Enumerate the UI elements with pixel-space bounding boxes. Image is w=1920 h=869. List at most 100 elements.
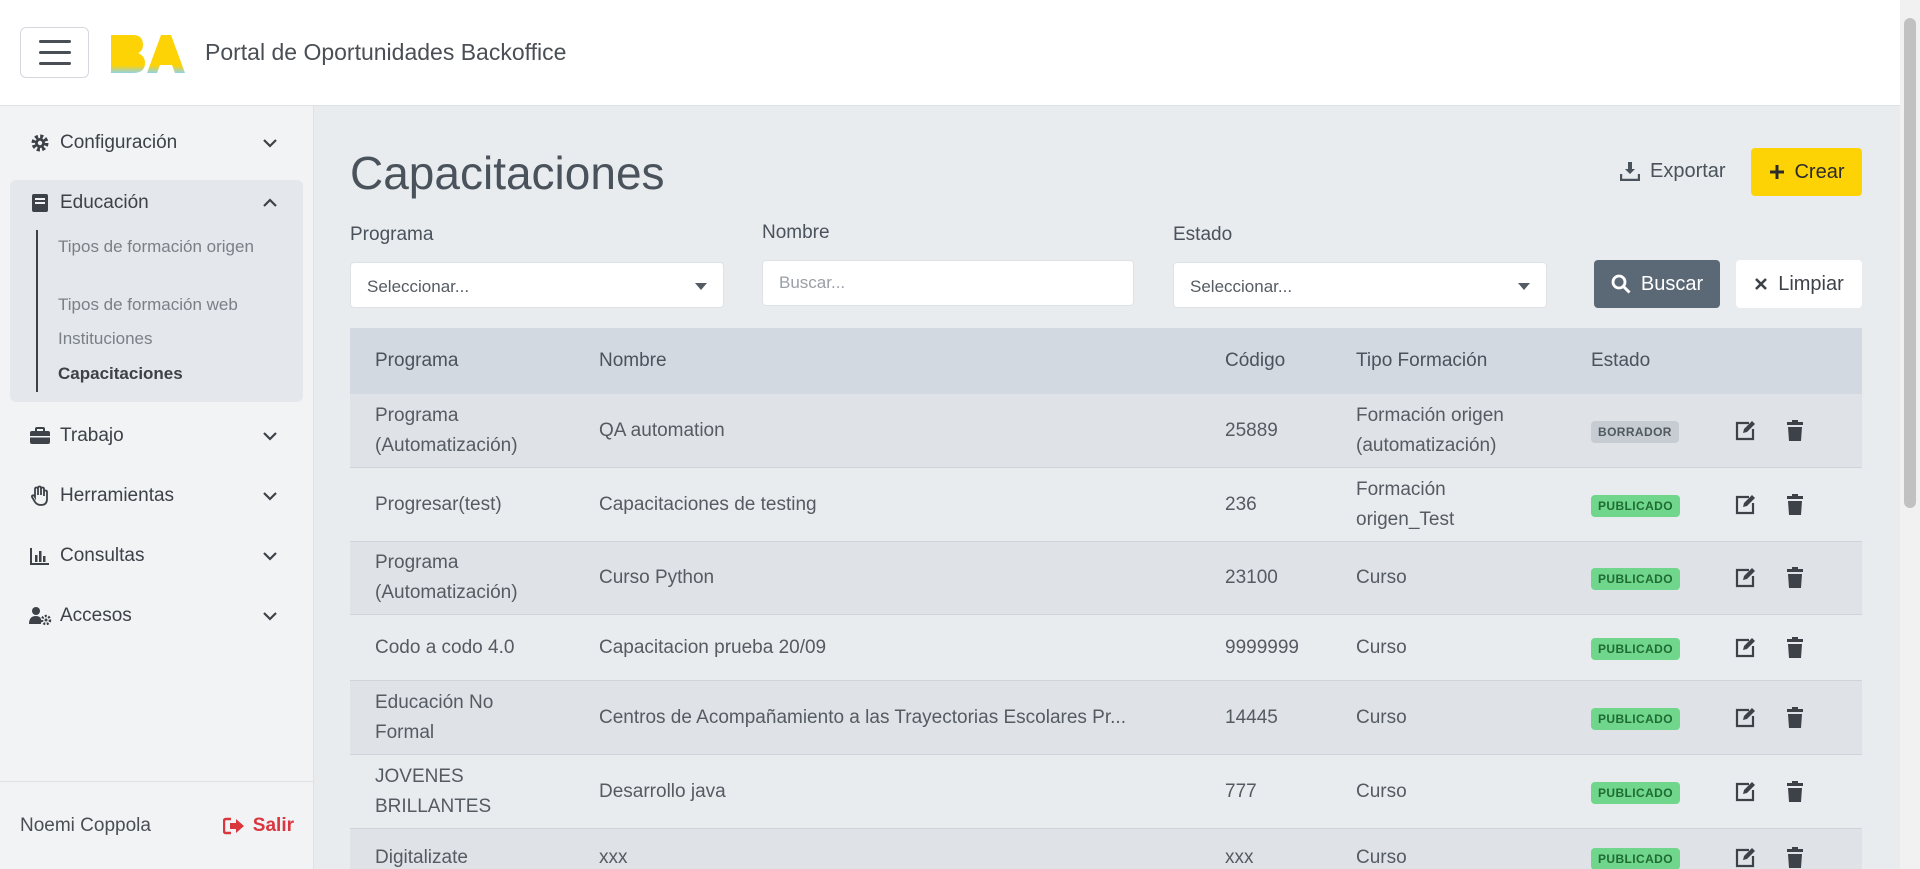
filter-programa-label: Programa bbox=[350, 224, 434, 245]
create-button[interactable]: Crear bbox=[1751, 148, 1862, 196]
cell-nombre: Capacitacion prueba 20/09 bbox=[599, 637, 827, 658]
cell-programa: Codo a codo 4.0 bbox=[375, 637, 515, 658]
trash-icon bbox=[1787, 494, 1803, 515]
edit-button[interactable] bbox=[1733, 846, 1757, 869]
edit-button[interactable] bbox=[1733, 419, 1757, 443]
edit-button[interactable] bbox=[1733, 493, 1757, 517]
programa-select[interactable]: Seleccionar... bbox=[350, 262, 724, 308]
edit-button[interactable] bbox=[1733, 636, 1757, 660]
estado-select-value: Seleccionar... bbox=[1190, 277, 1293, 296]
edit-icon bbox=[1735, 848, 1755, 868]
scrollbar-thumb[interactable] bbox=[1904, 18, 1916, 508]
logout-button[interactable]: Salir bbox=[222, 815, 294, 837]
trash-icon bbox=[1787, 567, 1803, 588]
table-row: Programa (Automatización) Curso Python 23… bbox=[350, 542, 1862, 615]
cell-codigo: 14445 bbox=[1225, 707, 1278, 728]
clear-label: Limpiar bbox=[1778, 272, 1844, 295]
status-badge: BORRADOR bbox=[1591, 421, 1679, 443]
cell-tipo-formacion: Curso bbox=[1356, 781, 1407, 802]
edit-button[interactable] bbox=[1733, 706, 1757, 730]
trash-icon bbox=[1787, 420, 1803, 441]
chevron-down-icon bbox=[263, 492, 277, 501]
sidebar-subitem-tipos-formacion-web[interactable]: Tipos de formación web bbox=[58, 292, 258, 318]
column-header-codigo: Código bbox=[1225, 350, 1286, 371]
delete-button[interactable] bbox=[1783, 566, 1807, 590]
delete-button[interactable] bbox=[1783, 419, 1807, 443]
search-icon bbox=[1611, 274, 1631, 294]
user-bar: Noemi Coppola Salir bbox=[0, 781, 314, 869]
edit-button[interactable] bbox=[1733, 566, 1757, 590]
delete-button[interactable] bbox=[1783, 706, 1807, 730]
cell-codigo: 9999999 bbox=[1225, 637, 1299, 658]
caret-down-icon bbox=[1518, 283, 1530, 290]
cell-codigo: 23100 bbox=[1225, 567, 1278, 588]
cell-programa: Programa (Automatización) bbox=[375, 552, 518, 603]
chart-icon bbox=[28, 545, 52, 567]
chevron-down-icon bbox=[263, 139, 277, 148]
download-icon bbox=[1620, 162, 1640, 181]
menu-bar bbox=[38, 62, 71, 65]
edit-icon bbox=[1735, 421, 1755, 441]
nombre-search-input[interactable] bbox=[762, 260, 1134, 306]
delete-button[interactable] bbox=[1783, 846, 1807, 869]
status-badge: PUBLICADO bbox=[1591, 568, 1680, 590]
cell-nombre: xxx bbox=[599, 847, 628, 868]
search-label: Buscar bbox=[1640, 272, 1704, 295]
column-header-nombre: Nombre bbox=[599, 350, 667, 371]
sidebar-item-label: Trabajo bbox=[60, 425, 124, 446]
sidebar-item-herramientas[interactable]: Herramientas bbox=[10, 471, 303, 521]
trash-icon bbox=[1787, 707, 1803, 728]
edit-icon bbox=[1735, 495, 1755, 515]
sidebar-item-label: Configuración bbox=[60, 132, 178, 153]
cell-codigo: 777 bbox=[1225, 781, 1257, 802]
hand-icon bbox=[28, 485, 52, 507]
sidebar-item-configuracion[interactable]: Configuración bbox=[10, 118, 303, 168]
trash-icon bbox=[1787, 847, 1803, 868]
delete-button[interactable] bbox=[1783, 780, 1807, 804]
sidebar-item-accesos[interactable]: Accesos bbox=[10, 591, 303, 641]
table-header: Programa Nombre Código Tipo Formación Es… bbox=[350, 328, 1862, 394]
edit-button[interactable] bbox=[1733, 780, 1757, 804]
cell-codigo: 25889 bbox=[1225, 420, 1278, 441]
users-cog-icon bbox=[28, 605, 52, 627]
sidebar-item-trabajo[interactable]: Trabajo bbox=[10, 411, 303, 461]
sidebar-item-educacion[interactable]: Educación bbox=[10, 178, 303, 228]
trash-icon bbox=[1787, 637, 1803, 658]
delete-button[interactable] bbox=[1783, 493, 1807, 517]
status-badge: PUBLICADO bbox=[1591, 708, 1680, 730]
sidebar-subitem-capacitaciones[interactable]: Capacitaciones bbox=[58, 361, 258, 387]
table-row: JOVENES BRILLANTES Desarrollo java 777 Cu… bbox=[350, 755, 1862, 829]
submenu-line bbox=[36, 230, 38, 392]
cell-tipo-formacion: Curso bbox=[1356, 847, 1407, 868]
cell-programa: Educación No Formal bbox=[375, 692, 494, 743]
vertical-scrollbar[interactable] bbox=[1900, 0, 1920, 869]
book-icon bbox=[28, 192, 52, 214]
export-button[interactable]: Exportar bbox=[1620, 148, 1726, 194]
close-icon bbox=[1755, 278, 1768, 290]
chevron-down-icon bbox=[263, 612, 277, 621]
column-header-estado: Estado bbox=[1591, 350, 1651, 371]
edit-icon bbox=[1735, 708, 1755, 728]
sidebar-subitem-instituciones[interactable]: Instituciones bbox=[58, 326, 258, 352]
table-row: Progresar(test) Capacitaciones de testin… bbox=[350, 468, 1862, 542]
cell-codigo: 236 bbox=[1225, 494, 1257, 515]
sidebar-item-label: Accesos bbox=[60, 605, 132, 626]
caret-down-icon bbox=[695, 283, 707, 290]
search-button[interactable]: Buscar bbox=[1594, 260, 1720, 308]
filter-nombre-label: Nombre bbox=[762, 222, 830, 243]
estado-select[interactable]: Seleccionar... bbox=[1173, 262, 1547, 308]
sidebar-item-consultas[interactable]: Consultas bbox=[10, 531, 303, 581]
gear-icon bbox=[28, 132, 52, 154]
delete-button[interactable] bbox=[1783, 636, 1807, 660]
sidebar-subitem-tipos-formacion-origen[interactable]: Tipos de formación origen bbox=[58, 234, 258, 260]
export-label: Exportar bbox=[1650, 159, 1726, 182]
cell-nombre: Desarrollo java bbox=[599, 781, 726, 802]
cell-programa: Digitalizate bbox=[375, 847, 468, 868]
clear-button[interactable]: Limpiar bbox=[1736, 260, 1862, 308]
status-badge: PUBLICADO bbox=[1591, 848, 1680, 869]
hamburger-menu-button[interactable] bbox=[20, 27, 89, 78]
top-header: Portal de Oportunidades Backoffice bbox=[0, 0, 1900, 106]
status-badge: PUBLICADO bbox=[1591, 782, 1680, 804]
sidebar: Configuración Educación Tipos de formaci… bbox=[0, 106, 314, 869]
sign-out-icon bbox=[222, 817, 244, 834]
